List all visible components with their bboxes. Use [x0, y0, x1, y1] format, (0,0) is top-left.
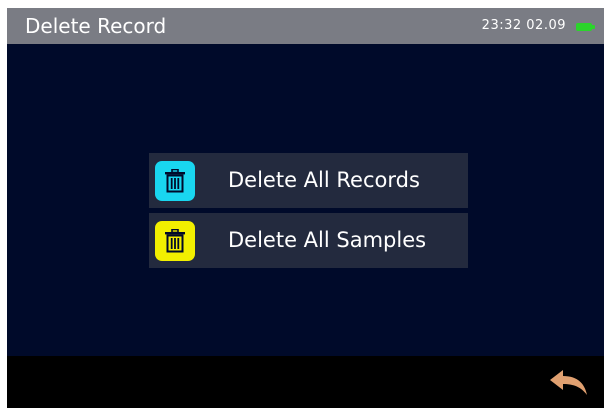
time-text: 23:32 [481, 18, 522, 33]
menu-item-label: Delete All Records [228, 168, 420, 192]
battery-icon [576, 23, 592, 31]
device-screen: Delete Record 23:32 02.09 Delete All Rec… [7, 8, 604, 408]
footer-bar [7, 356, 604, 408]
battery-tip [592, 25, 595, 29]
trash-icon [155, 161, 195, 201]
delete-all-samples-button[interactable]: Delete All Samples [149, 213, 468, 268]
header-bar: Delete Record 23:32 02.09 [7, 8, 604, 44]
date-text: 02.09 [526, 18, 566, 33]
trash-icon [155, 221, 195, 261]
page-title: Delete Record [25, 14, 167, 38]
status-clock: 23:32 02.09 [482, 18, 566, 33]
back-arrow-icon[interactable] [548, 369, 588, 397]
menu-item-label: Delete All Samples [228, 228, 427, 252]
delete-all-records-button[interactable]: Delete All Records [149, 153, 468, 208]
